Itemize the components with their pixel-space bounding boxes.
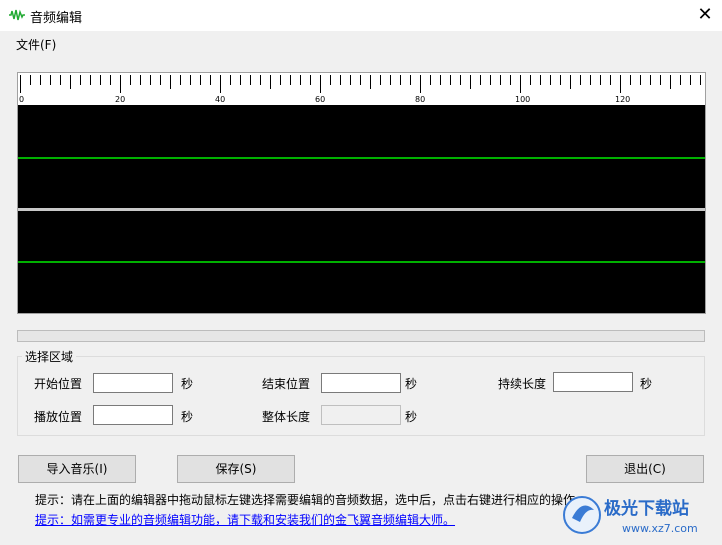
total-length-label: 整体长度 xyxy=(262,410,311,424)
duration-label: 持续长度 xyxy=(498,377,547,391)
ruler-label: 80 xyxy=(415,95,425,104)
watermark-logo-icon: 极光下载站 www.xz7.com xyxy=(563,496,698,535)
title-bar xyxy=(0,0,722,31)
watermark-brand: 极光下载站 xyxy=(604,498,689,519)
window-title: 音频编辑 xyxy=(30,11,83,26)
ruler-label: 100 xyxy=(515,95,530,104)
duration-unit: 秒 xyxy=(640,377,653,391)
menu-bar xyxy=(0,31,722,56)
exit-button[interactable]: 退出(C) xyxy=(586,455,704,483)
time-ruler: 0 20 40 60 80 100 120 xyxy=(18,73,705,105)
selection-group-title: 选择区域 xyxy=(22,348,77,365)
end-position-input[interactable] xyxy=(321,373,401,393)
play-position-label: 播放位置 xyxy=(34,410,83,424)
import-music-button[interactable]: 导入音乐(I) xyxy=(18,455,136,483)
play-unit: 秒 xyxy=(181,410,194,424)
left-channel-line xyxy=(18,157,705,159)
menu-file[interactable]: 文件(F) xyxy=(16,36,56,53)
site-watermark: 极光下载站 www.xz7.com xyxy=(560,488,720,542)
start-unit: 秒 xyxy=(181,377,194,391)
total-unit: 秒 xyxy=(405,410,418,424)
waveform-editor[interactable]: 0 20 40 60 80 100 120 xyxy=(17,72,706,314)
total-length-input xyxy=(321,405,401,425)
right-channel-line xyxy=(18,261,705,263)
close-icon[interactable]: ✕ xyxy=(692,2,718,28)
save-button[interactable]: 保存(S) xyxy=(177,455,295,483)
ruler-label: 120 xyxy=(615,95,630,104)
end-position-label: 结束位置 xyxy=(262,377,311,391)
waveform-area[interactable] xyxy=(18,105,705,313)
end-unit: 秒 xyxy=(405,377,418,391)
ruler-label: 40 xyxy=(215,95,225,104)
watermark-url: www.xz7.com xyxy=(622,522,698,535)
start-position-input[interactable] xyxy=(93,373,173,393)
ruler-label: 20 xyxy=(115,95,125,104)
ruler-label: 0 xyxy=(19,95,24,104)
duration-input[interactable] xyxy=(553,372,633,392)
ruler-ticks: 0 20 40 60 80 100 120 xyxy=(19,75,701,104)
progress-bar xyxy=(17,330,705,342)
ruler-label: 60 xyxy=(315,95,325,104)
usage-hint: 提示：请在上面的编辑器中拖动鼠标左键选择需要编辑的音频数据，选中后，点击右键进行… xyxy=(35,493,588,507)
pro-editor-link[interactable]: 提示：如需更专业的音频编辑功能，请下载和安装我们的金飞翼音频编辑大师。 xyxy=(35,511,455,528)
audio-app-icon xyxy=(9,9,25,21)
play-position-input[interactable] xyxy=(93,405,173,425)
channel-separator xyxy=(18,208,705,211)
start-position-label: 开始位置 xyxy=(34,377,83,391)
